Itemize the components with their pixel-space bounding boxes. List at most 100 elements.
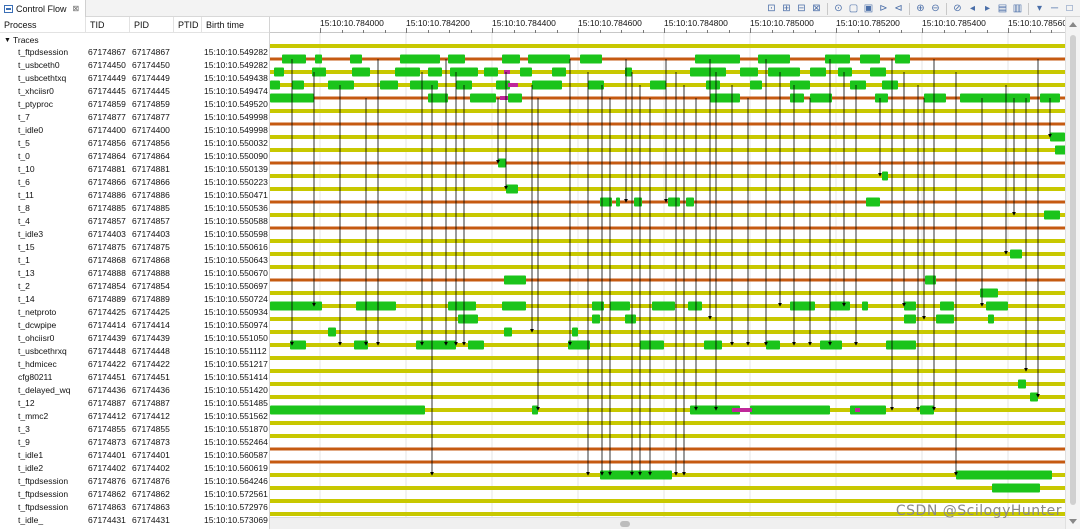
tree-row[interactable]: t_ptyproc 67174859 67174859 15:10:10.549520 xyxy=(0,98,269,111)
tree-row[interactable]: t_2 67174854 67174854 15:10:10.550697 xyxy=(0,280,269,293)
tree-row[interactable]: t_9 67174873 67174873 15:10:10.552464 xyxy=(0,436,269,449)
tree-row[interactable]: t_7 67174877 67174877 15:10:10.549998 xyxy=(0,111,269,124)
tree-row[interactable]: t_ftpdsession 67174863 67174863 15:10:10.57… xyxy=(0,501,269,514)
view-menu-icon[interactable]: ▾ xyxy=(1033,2,1046,15)
cell-tid: 67174439 xyxy=(88,333,126,343)
state-lane-wait xyxy=(270,265,1065,269)
tree-row[interactable]: t_idle2 67174402 67174402 15:10:10.560619 xyxy=(0,462,269,475)
tree-row[interactable]: t_usbcethrxq 67174448 67174448 15:10:10.551… xyxy=(0,345,269,358)
state-lane-blocked xyxy=(270,278,1065,282)
running-segment xyxy=(274,67,284,77)
column-header-tid[interactable]: TID xyxy=(86,17,130,33)
column-header-ptid[interactable]: PTID xyxy=(174,17,202,33)
vertical-scroll-thumb[interactable] xyxy=(1070,35,1076,505)
running-segment xyxy=(875,93,888,103)
running-segment xyxy=(552,67,566,77)
add-bookmark-icon[interactable]: ▤ xyxy=(996,2,1009,15)
scroll-down-arrow-icon[interactable] xyxy=(1069,519,1077,524)
running-segment xyxy=(640,340,664,350)
previous-marker-icon[interactable]: ⊳ xyxy=(877,2,890,15)
tree-row[interactable]: t_dcwpipe 67174414 67174414 15:10:10.550974 xyxy=(0,319,269,332)
tree-row[interactable]: cfg80211 67174451 67174451 15:10:10.551414 xyxy=(0,371,269,384)
tree-row[interactable]: t_netproto 67174425 67174425 15:10:10.55093… xyxy=(0,306,269,319)
tree-row[interactable]: t_ftpdsession 67174876 67174876 15:10:10.56… xyxy=(0,475,269,488)
tree-row[interactable]: t_delayed_wq 67174436 67174436 15:10:10.551… xyxy=(0,384,269,397)
zoom-out-icon[interactable]: ⊖ xyxy=(929,2,942,15)
tree-row[interactable]: t_idle0 67174400 67174400 15:10:10.549998 xyxy=(0,124,269,137)
time-ruler[interactable]: 15:10:10.784000 15:10:10.784200 15:10:10.7… xyxy=(270,17,1080,33)
tree-row[interactable]: t_13 67174888 67174888 15:10:10.550670 xyxy=(0,267,269,280)
tree-row[interactable]: t_10 67174881 67174881 15:10:10.550139 xyxy=(0,163,269,176)
horizontal-scroll-thumb[interactable] xyxy=(620,521,630,527)
tree-row[interactable]: t_15 67174875 67174875 15:10:10.550616 xyxy=(0,241,269,254)
running-segment xyxy=(882,80,898,90)
hide-arrows-icon[interactable]: ⊘ xyxy=(951,2,964,15)
timegraph-canvas[interactable] xyxy=(270,33,1065,517)
tree-row[interactable]: t_4 67174857 67174857 15:10:10.550588 xyxy=(0,215,269,228)
minimize-icon[interactable]: ─ xyxy=(1048,2,1061,15)
running-segment xyxy=(825,54,850,64)
running-segment xyxy=(704,340,722,350)
running-segment xyxy=(292,80,304,90)
tree-row[interactable]: t_xhciisr0 67174445 67174445 15:10:10.54947… xyxy=(0,85,269,98)
tree-row[interactable]: t_idle3 67174403 67174403 15:10:10.550598 xyxy=(0,228,269,241)
tree-row[interactable]: t_12 67174887 67174887 15:10:10.551485 xyxy=(0,397,269,410)
timestamp-icon[interactable]: ⊞ xyxy=(780,2,793,15)
tab-control-flow[interactable]: Control Flow ⊠ xyxy=(0,0,87,17)
close-tab-icon[interactable]: ⊠ xyxy=(73,4,80,13)
tree-row[interactable]: t_ftpdsession 67174862 67174862 15:10:10.57… xyxy=(0,488,269,501)
column-header-birth-time[interactable]: Birth time xyxy=(202,17,269,33)
running-segment xyxy=(830,301,850,311)
column-header-pid[interactable]: PID xyxy=(130,17,174,33)
follow-cpu-backward-icon[interactable]: ◂ xyxy=(966,2,979,15)
tree-row[interactable]: t_idle1 67174401 67174401 15:10:10.560587 xyxy=(0,449,269,462)
tree-row[interactable]: t_hdmicec 67174422 67174422 15:10:10.551217 xyxy=(0,358,269,371)
tree-row[interactable]: t_ohciisr0 67174439 67174439 15:10:10.55105… xyxy=(0,332,269,345)
tree-row[interactable]: t_6 67174866 67174866 15:10:10.550223 xyxy=(0,176,269,189)
tree-row[interactable]: t_11 67174886 67174886 15:10:10.550471 xyxy=(0,189,269,202)
state-lane-wait xyxy=(270,239,1065,243)
cell-tid: 67174863 xyxy=(88,502,126,512)
timegraph-panel[interactable]: 15:10:10.784000 15:10:10.784200 15:10:10.7… xyxy=(270,17,1080,529)
cell-birth: 15:10:10.549998 xyxy=(204,125,268,135)
cell-tid: 67174857 xyxy=(88,216,126,226)
maximize-icon[interactable]: □ xyxy=(1063,2,1076,15)
state-lane-wait xyxy=(270,486,1065,490)
zoom-in-icon[interactable]: ⊕ xyxy=(914,2,927,15)
cell-pid: 67174889 xyxy=(132,294,170,304)
tree-row[interactable]: t_usbceth0 67174450 67174450 15:10:10.54928… xyxy=(0,59,269,72)
align-views-icon[interactable]: ⊡ xyxy=(765,2,778,15)
filter-icon[interactable]: ⊠ xyxy=(810,2,823,15)
follow-cpu-forward-icon[interactable]: ▸ xyxy=(981,2,994,15)
tree-row[interactable]: t_5 67174856 67174856 15:10:10.550032 xyxy=(0,137,269,150)
cell-tid: 67174889 xyxy=(88,294,126,304)
column-header-process[interactable]: Process xyxy=(0,17,86,33)
tree-row[interactable]: t_usbcethtxq 67174449 67174449 15:10:10.549… xyxy=(0,72,269,85)
running-segment xyxy=(862,301,868,311)
tree-row[interactable]: t_idle_ 67174431 67174431 15:10:10.573069 xyxy=(0,514,269,527)
cell-name: t_4 xyxy=(18,216,30,226)
running-segment xyxy=(395,67,420,77)
vertical-scrollbar[interactable] xyxy=(1065,17,1080,529)
lock-icon[interactable]: ⊙ xyxy=(832,2,845,15)
tree-row[interactable]: t_1 67174868 67174868 15:10:10.550643 xyxy=(0,254,269,267)
tree-row[interactable]: t_3 67174855 67174855 15:10:10.551870 xyxy=(0,423,269,436)
running-segment xyxy=(625,314,636,324)
tree-row[interactable]: t_mmc2 67174412 67174412 15:10:10.551562 xyxy=(0,410,269,423)
previous-event-icon[interactable]: ▢ xyxy=(847,2,860,15)
cell-tid: 67174448 xyxy=(88,346,126,356)
tree-row[interactable]: t_0 67174864 67174864 15:10:10.550090 xyxy=(0,150,269,163)
cell-pid: 67174451 xyxy=(132,372,170,382)
running-segment xyxy=(1030,392,1038,402)
tree-row[interactable]: t_8 67174885 67174885 15:10:10.550536 xyxy=(0,202,269,215)
next-bookmark-icon[interactable]: ▥ xyxy=(1011,2,1024,15)
tree-row[interactable]: t_14 67174889 67174889 15:10:10.550724 xyxy=(0,293,269,306)
next-event-icon[interactable]: ▣ xyxy=(862,2,875,15)
running-segment xyxy=(886,340,916,350)
scroll-up-arrow-icon[interactable] xyxy=(1069,22,1077,27)
cell-name: t_3 xyxy=(18,424,30,434)
tree-row[interactable]: t_ftpdsession 67174867 67174867 15:10:10.54… xyxy=(0,46,269,59)
next-marker-icon[interactable]: ⊲ xyxy=(892,2,905,15)
show-legend-icon[interactable]: ⊟ xyxy=(795,2,808,15)
running-segment xyxy=(410,80,438,90)
